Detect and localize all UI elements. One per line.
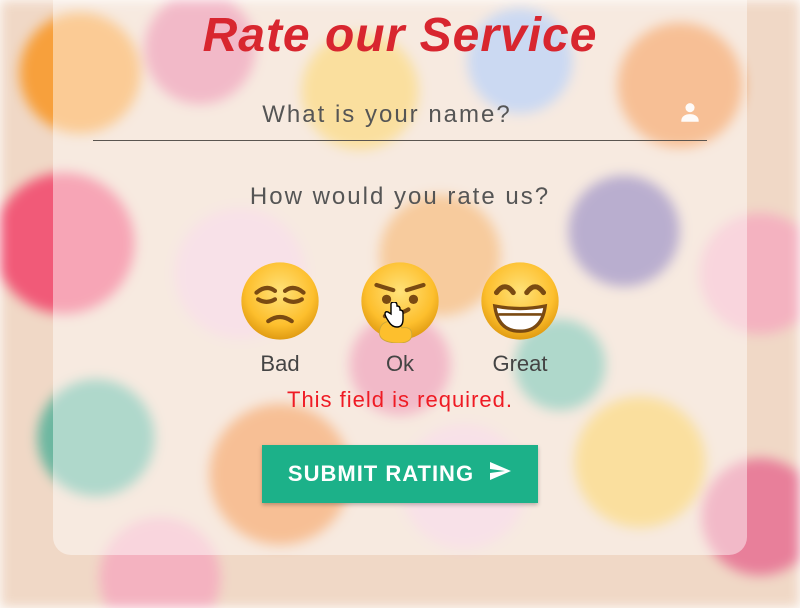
paper-plane-icon	[488, 459, 512, 489]
page-title: Rate our Service	[203, 8, 598, 63]
name-input[interactable]	[97, 101, 677, 129]
rating-option-great[interactable]: Great	[478, 259, 562, 377]
rating-option-bad[interactable]: Bad	[238, 259, 322, 377]
rating-question: How would you rate us?	[250, 183, 550, 211]
rating-option-label: Ok	[386, 351, 414, 377]
pensive-face-icon	[238, 259, 322, 343]
rating-card: Rate our Service How would you rate us?	[53, 0, 747, 555]
rating-option-ok[interactable]: Ok	[358, 259, 442, 377]
grinning-face-icon	[478, 259, 562, 343]
person-icon	[677, 99, 703, 130]
rating-option-label: Great	[492, 351, 547, 377]
submit-label: SUBMIT RATING	[288, 461, 474, 487]
submit-rating-button[interactable]: SUBMIT RATING	[262, 445, 538, 503]
thinking-face-icon	[358, 259, 442, 343]
rating-option-label: Bad	[260, 351, 299, 377]
rating-options: Bad	[238, 259, 562, 377]
name-field-row	[93, 93, 707, 141]
validation-error: This field is required.	[287, 387, 513, 413]
